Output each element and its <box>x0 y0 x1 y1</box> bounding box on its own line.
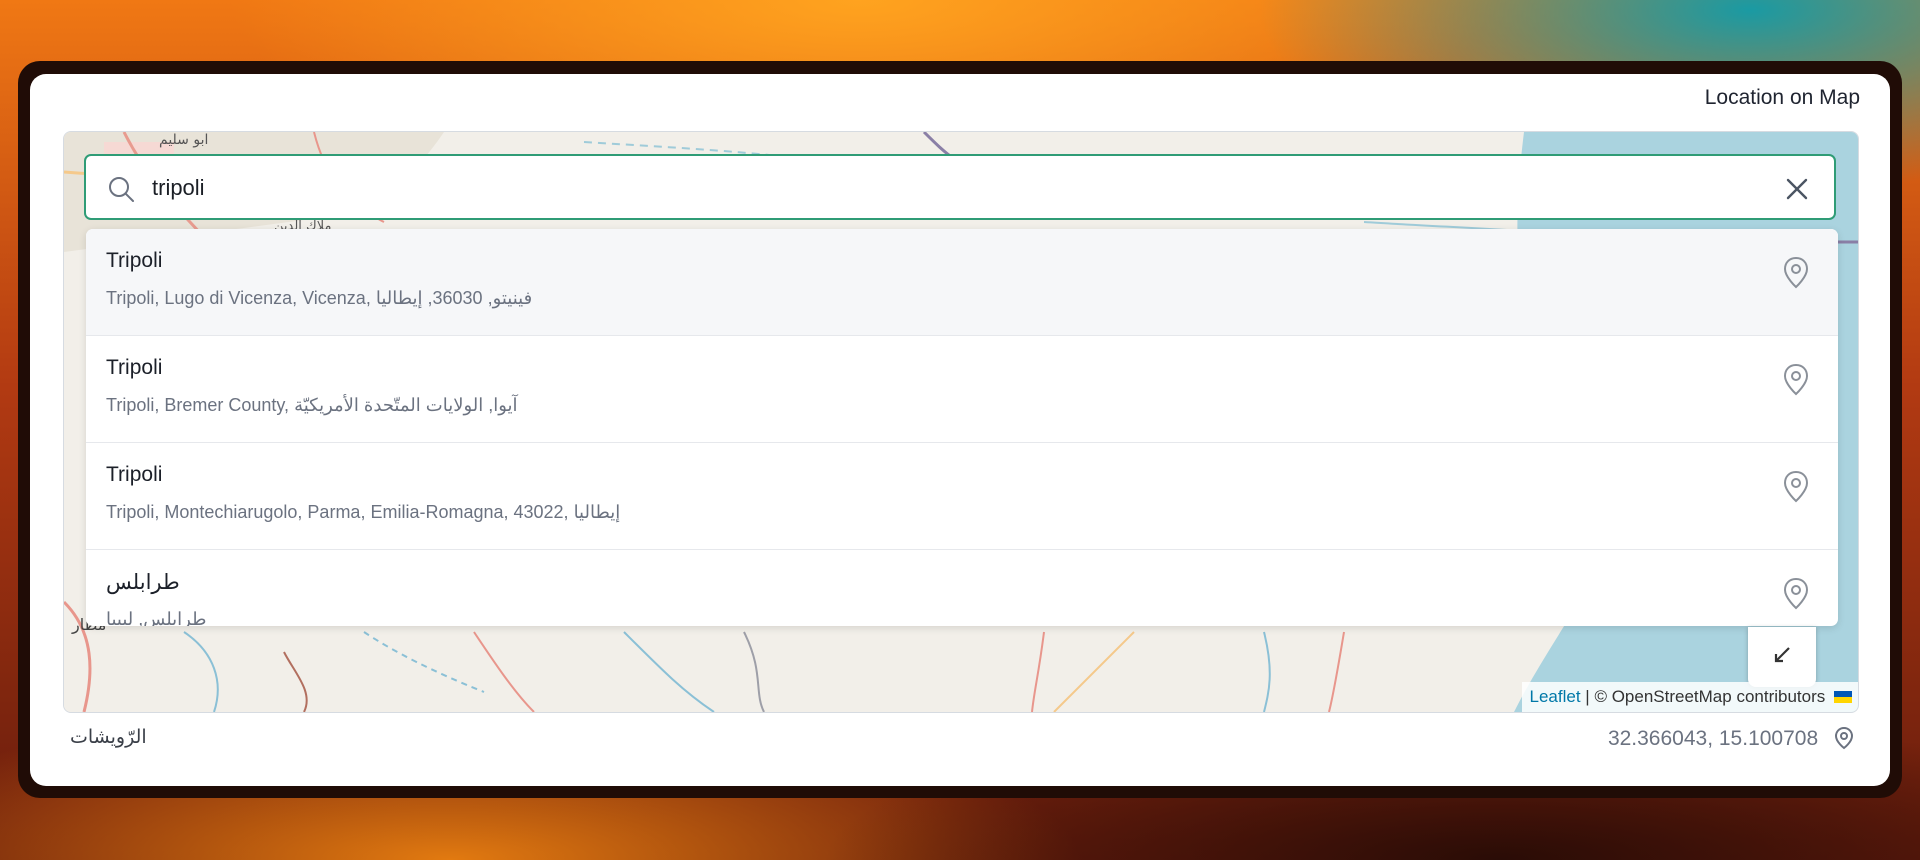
search-result-item[interactable]: Tripoli Tripoli, Bremer County, آيوا, ال… <box>86 336 1838 443</box>
attribution-separator: | <box>1585 687 1590 706</box>
search-results-dropdown: Tripoli Tripoli, Lugo di Vicenza, Vicenz… <box>86 229 1838 626</box>
osm-attribution: © OpenStreetMap contributors <box>1594 687 1826 706</box>
map-pin-icon <box>1783 256 1809 289</box>
location-pin-icon <box>1834 726 1854 750</box>
coordinates-text: 32.366043, 15.100708 <box>1607 727 1819 750</box>
result-title: Tripoli <box>106 249 163 272</box>
result-subtitle: Tripoli, Bremer County, آيوا, الولايات ا… <box>106 395 518 415</box>
close-icon[interactable] <box>1782 174 1812 204</box>
ukraine-flag-icon <box>1834 691 1852 703</box>
search-input[interactable] <box>150 166 1714 210</box>
result-subtitle: Tripoli, Lugo di Vicenza, Vicenza, فينيت… <box>106 288 533 308</box>
search-result-item[interactable]: طرابلس طرابلس, ليبيا <box>86 550 1838 626</box>
result-subtitle: Tripoli, Montechiarugolo, Parma, Emilia-… <box>106 502 621 522</box>
result-title: Tripoli <box>106 463 163 486</box>
location-panel: Location on Map ابو سليم ملاك الدين trip… <box>30 74 1890 786</box>
coordinates-readout: 32.366043, 15.100708 <box>1608 726 1854 751</box>
map-view[interactable]: ابو سليم ملاك الدين مطار Tripoli Tripoli… <box>63 131 1859 713</box>
map-attribution: Leaflet | © OpenStreetMap contributors <box>1521 682 1858 712</box>
search-result-item[interactable]: Tripoli Tripoli, Montechiarugolo, Parma,… <box>86 443 1838 550</box>
map-label: ابو سليم <box>159 132 208 148</box>
search-box[interactable] <box>84 154 1836 220</box>
result-title: طرابلس <box>106 571 180 594</box>
result-subtitle: طرابلس, ليبيا <box>106 609 207 626</box>
map-pin-icon <box>1783 363 1809 396</box>
search-result-item[interactable]: Tripoli Tripoli, Lugo di Vicenza, Vicenz… <box>86 229 1838 336</box>
panel-title: Location on Map <box>1704 86 1860 109</box>
map-pin-icon <box>1783 577 1809 610</box>
result-title: Tripoli <box>106 356 163 379</box>
leaflet-link[interactable]: Leaflet <box>1530 687 1581 706</box>
search-icon <box>109 177 134 202</box>
place-name: الرّويشات <box>70 726 147 748</box>
map-pin-icon <box>1783 470 1809 503</box>
fullscreen-button[interactable] <box>1748 627 1816 687</box>
collapse-arrows-icon <box>1774 647 1790 663</box>
